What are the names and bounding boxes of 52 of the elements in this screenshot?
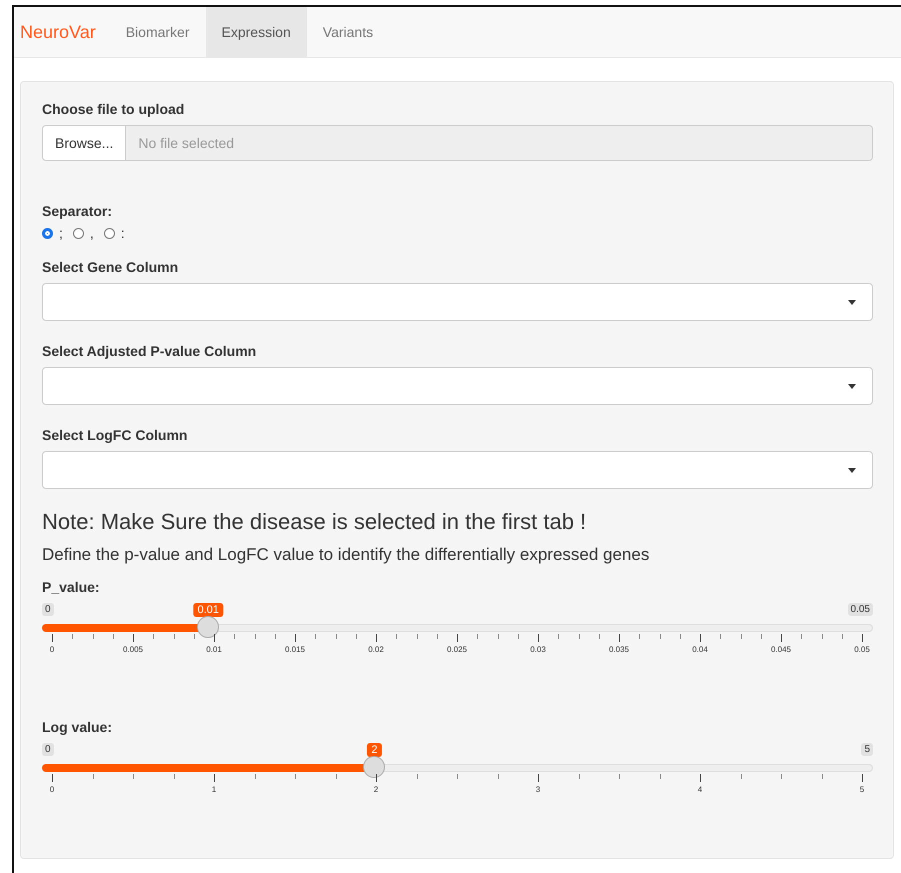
slider-max-label: 0.05 <box>848 603 873 616</box>
slider-label: Log value: <box>42 719 114 735</box>
caret-icon <box>848 300 856 304</box>
tick-label: 4 <box>698 785 702 794</box>
field-label: Choose file to upload <box>42 101 186 117</box>
tick-label: 0.015 <box>284 645 306 654</box>
select-dropdown[interactable] <box>42 451 873 489</box>
slider-label: P_value: <box>42 579 101 595</box>
select-dropdown[interactable] <box>42 367 873 405</box>
slider-handle[interactable] <box>363 756 386 778</box>
caret-icon <box>848 468 856 472</box>
tick-label: 0.05 <box>854 645 870 654</box>
nav-tab[interactable]: Biomarker <box>110 7 206 57</box>
field-label: Select Gene Column <box>42 259 180 275</box>
tick-label: 0.045 <box>770 645 792 654</box>
tick-label: 0.01 <box>206 645 222 654</box>
radio-button[interactable] <box>104 228 115 238</box>
slider-max-label: 5 <box>861 743 873 756</box>
slider-handle[interactable] <box>197 616 220 638</box>
file-name-field[interactable]: No file selected <box>126 125 873 161</box>
slider-value-label: 2 <box>367 743 382 757</box>
tick-label: 0.04 <box>692 645 708 654</box>
slider-value-label: 0.01 <box>193 603 223 617</box>
slider-min-label: 0 <box>42 603 54 616</box>
tick-label: 0.025 <box>446 645 468 654</box>
tick-label: 0.005 <box>122 645 144 654</box>
radio-label: : <box>120 225 125 241</box>
radio-label: ; <box>59 225 63 241</box>
select-dropdown[interactable] <box>42 283 873 321</box>
note-heading: Note: Make Sure the disease is selected in the first tab ! <box>42 509 588 535</box>
slider-min-label: 0 <box>42 743 54 756</box>
tick-label: 3 <box>536 785 540 794</box>
caret-icon <box>848 384 856 388</box>
tick-label: 0.03 <box>530 645 546 654</box>
tick-label: 0 <box>50 645 54 654</box>
nav-tab[interactable]: Variants <box>306 7 390 57</box>
field-label: Select Adjusted P-value Column <box>42 343 258 359</box>
tick-label: 2 <box>374 785 378 794</box>
nav-tab[interactable]: Expression <box>206 7 307 57</box>
radio-button[interactable] <box>72 228 84 238</box>
radio-label: , <box>90 225 94 241</box>
description-text: Define the p-value and LogFC value to identify the differentially expressed genes <box>42 545 650 565</box>
tick-label: 1 <box>212 785 216 794</box>
field-label: Separator: <box>42 203 114 219</box>
tick-label: 5 <box>860 785 864 794</box>
browse-button[interactable]: Browse... <box>42 125 126 161</box>
tick-label: 0 <box>50 785 54 794</box>
radio-button[interactable] <box>42 228 53 238</box>
field-label: Select LogFC Column <box>42 427 188 443</box>
tick-label: 0.035 <box>608 645 630 654</box>
brand-title[interactable]: NeuroVar <box>14 7 110 57</box>
tick-label: 0.02 <box>368 645 384 654</box>
